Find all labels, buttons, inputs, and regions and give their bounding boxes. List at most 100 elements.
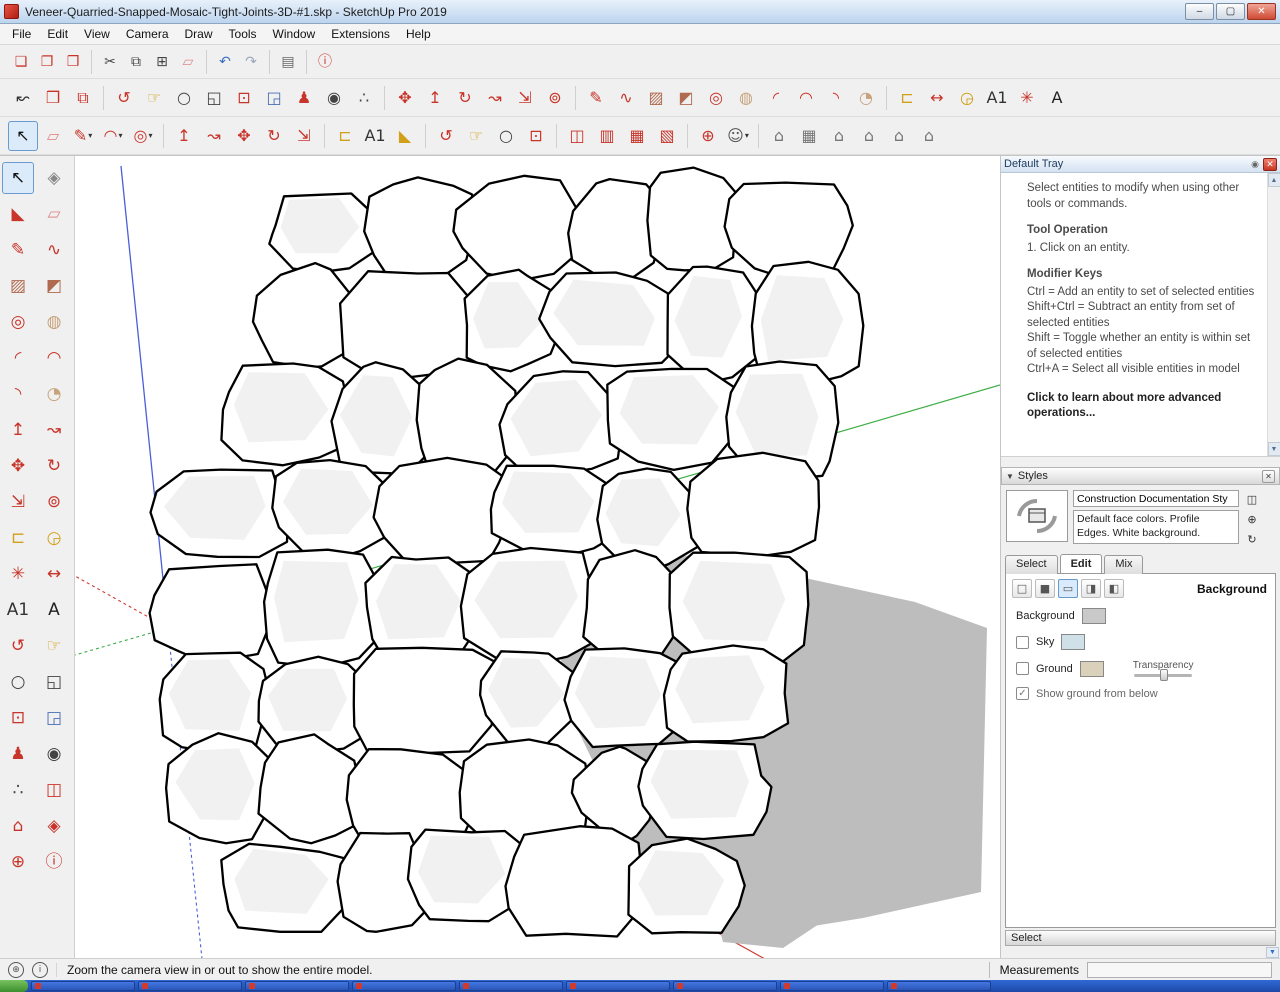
dropdown-arrow-icon[interactable]: ▾ [745, 131, 749, 140]
view-back-button[interactable]: ⌂ [884, 121, 914, 151]
arc-tool-menu[interactable]: ◠▾ [98, 121, 128, 151]
style-name-input[interactable] [1073, 490, 1239, 507]
circle-button[interactable]: ◎ [701, 83, 731, 113]
two-point-arc-tool[interactable]: ◠ [38, 342, 70, 374]
minimize-button[interactable]: – [1185, 3, 1214, 20]
zoom-button[interactable]: ○ [169, 83, 199, 113]
style-thumbnail[interactable] [1006, 490, 1068, 542]
two-point-arc-button[interactable]: ◠ [791, 83, 821, 113]
pin-icon[interactable]: ◉ [1251, 159, 1259, 170]
pan-tool-button[interactable]: ☞ [461, 121, 491, 151]
tape-measure-button[interactable]: ⊏ [892, 83, 922, 113]
rectangle-tool[interactable]: ▨ [2, 270, 34, 302]
new-model-button[interactable]: ❏ [8, 49, 34, 75]
text-tool[interactable]: A1 [2, 594, 34, 626]
make-component-tool[interactable]: ◈ [38, 162, 70, 194]
zoom-window-button[interactable]: ◱ [199, 83, 229, 113]
3d-warehouse-tool[interactable]: ⌂ [2, 810, 34, 842]
dropdown-arrow-icon[interactable]: ▾ [88, 131, 92, 140]
add-location-button[interactable]: ⊕ [693, 121, 723, 151]
face-settings-icon[interactable]: ■ [1035, 579, 1055, 598]
line-tool[interactable]: ✎ [2, 234, 34, 266]
3d-text-button[interactable]: A [1042, 83, 1072, 113]
scale-button[interactable]: ⇲ [510, 83, 540, 113]
model-info-button[interactable]: ⓘ [312, 49, 338, 75]
scroll-up-icon[interactable]: ▲ [1268, 173, 1280, 187]
text-button[interactable]: A1 [982, 83, 1012, 113]
section-plane-button[interactable]: ◫ [562, 121, 592, 151]
rotate-tool[interactable]: ↻ [38, 450, 70, 482]
offset-tool[interactable]: ⊚ [38, 486, 70, 518]
user-account-menu[interactable]: ☺▾ [723, 121, 753, 151]
menu-item-edit[interactable]: Edit [39, 25, 76, 43]
taskbar-app-button[interactable] [138, 981, 242, 991]
3d-text-tool[interactable]: A [38, 594, 70, 626]
modeling-settings-icon[interactable]: ◧ [1104, 579, 1124, 598]
axes-tool[interactable]: ✳ [2, 558, 34, 590]
menu-item-extensions[interactable]: Extensions [323, 25, 398, 43]
taskbar-app-button[interactable] [459, 981, 563, 991]
rotated-rectangle-button[interactable]: ◩ [671, 83, 701, 113]
ground-checkbox[interactable] [1016, 662, 1029, 675]
menu-item-window[interactable]: Window [265, 25, 324, 43]
start-button[interactable] [0, 980, 28, 992]
measurements-field[interactable] [1087, 962, 1272, 978]
close-button[interactable]: ✕ [1247, 3, 1276, 20]
polygon-tool[interactable]: ◍ [38, 306, 70, 338]
taskbar-app-button[interactable] [673, 981, 777, 991]
follow-me-tool[interactable]: ↝ [38, 414, 70, 446]
view-top-button[interactable]: ▦ [794, 121, 824, 151]
secondary-pane-icon[interactable]: ◫ [1244, 492, 1260, 507]
tab-edit[interactable]: Edit [1060, 554, 1103, 573]
three-point-arc-button[interactable]: ◝ [821, 83, 851, 113]
tape-measure-tool-button[interactable]: ⊏ [330, 121, 360, 151]
tab-select[interactable]: Select [1005, 555, 1058, 574]
menu-item-draw[interactable]: Draw [177, 25, 221, 43]
dimensions-tool[interactable]: ↔ [38, 558, 70, 590]
background-swatch[interactable] [1082, 608, 1106, 624]
menu-item-file[interactable]: File [4, 25, 39, 43]
paste-button[interactable]: ⊞ [149, 49, 175, 75]
zoom-extents-tool[interactable]: ⊡ [2, 702, 34, 734]
position-camera-button[interactable]: ♟ [289, 83, 319, 113]
tray-close-icon[interactable]: ✕ [1263, 158, 1277, 171]
section-plane-tool[interactable]: ◫ [38, 774, 70, 806]
styles-close-icon[interactable]: ✕ [1262, 470, 1275, 483]
transparency-slider[interactable] [1134, 674, 1192, 677]
model-viewport[interactable] [75, 156, 1000, 958]
line-button[interactable]: ✎ [581, 83, 611, 113]
zoom-previous-button[interactable]: ◲ [259, 83, 289, 113]
copy-button[interactable]: ⧉ [123, 49, 149, 75]
move-tool-button[interactable]: ✥ [229, 121, 259, 151]
display-section-cuts-button[interactable]: ▦ [622, 121, 652, 151]
select-tool[interactable]: ↖ [2, 162, 34, 194]
follow-me-button[interactable]: ↝ [480, 83, 510, 113]
orbit-button[interactable]: ↺ [109, 83, 139, 113]
arc-tool[interactable]: ◜ [2, 342, 34, 374]
instructor-scrollbar[interactable]: ▲ ▼ [1267, 173, 1280, 456]
three-point-arc-tool[interactable]: ◝ [2, 378, 34, 410]
background-settings-icon[interactable]: ▭ [1058, 579, 1078, 598]
tray-scroll-down-icon[interactable]: ▼ [1266, 947, 1279, 958]
pan-button[interactable]: ☞ [139, 83, 169, 113]
eraser-tool-button[interactable]: ▱ [38, 121, 68, 151]
geolocation-status-icon[interactable]: ⊕ [8, 962, 24, 978]
styles-panel-header[interactable]: ▼ Styles ✕ [1001, 467, 1280, 485]
follow-me-tool-button[interactable]: ↝ [199, 121, 229, 151]
dimensions-button[interactable]: ↔ [922, 83, 952, 113]
pan-tool[interactable]: ☞ [38, 630, 70, 662]
taskbar-app-button[interactable] [245, 981, 349, 991]
select-section-bar[interactable]: Select [1005, 930, 1276, 946]
circle-tool[interactable]: ◎ [2, 306, 34, 338]
paint-bucket-tool-button[interactable]: ◣ [390, 121, 420, 151]
arc-button[interactable]: ◜ [761, 83, 791, 113]
walk-tool[interactable]: ∴ [2, 774, 34, 806]
menu-item-help[interactable]: Help [398, 25, 439, 43]
send-to-layout-button[interactable]: ❒ [38, 83, 68, 113]
redo-button[interactable]: ↷ [238, 49, 264, 75]
show-ground-checkbox[interactable]: ✓ [1016, 687, 1029, 700]
push-pull-tool[interactable]: ↥ [2, 414, 34, 446]
sky-swatch[interactable] [1061, 634, 1085, 650]
polygon-button[interactable]: ◍ [731, 83, 761, 113]
section-fill-button[interactable]: ▧ [652, 121, 682, 151]
